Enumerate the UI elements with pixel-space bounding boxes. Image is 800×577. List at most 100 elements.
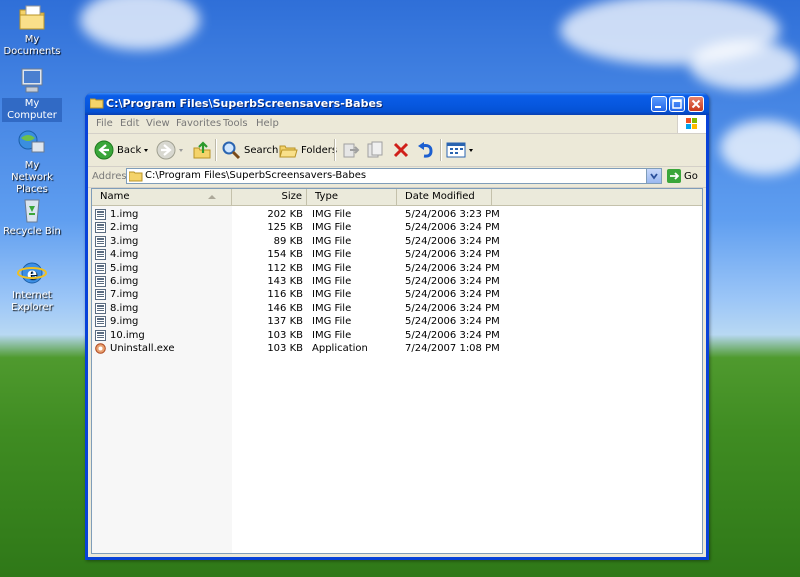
- file-type: IMG File: [312, 235, 352, 247]
- table-row[interactable]: 7.img 116 KB IMG File 5/24/2006 3:24 PM: [92, 288, 612, 301]
- maximize-button[interactable]: [669, 96, 685, 112]
- table-row[interactable]: 10.img 103 KB IMG File 5/24/2006 3:24 PM: [92, 329, 612, 342]
- desktop-icon-my-network-places[interactable]: My Network Places: [2, 128, 62, 196]
- column-header-size[interactable]: Size: [232, 189, 307, 205]
- menu-bar: File Edit View Favorites Tools Help: [88, 115, 706, 134]
- table-row[interactable]: Uninstall.exe 103 KB Application 7/24/2007 …: [92, 342, 612, 355]
- img-file-icon: [95, 209, 106, 220]
- back-arrow-icon: [94, 140, 114, 160]
- menu-tools[interactable]: Tools: [223, 118, 248, 129]
- address-value: C:\Program Files\SuperbScreensavers-Babe…: [145, 170, 367, 181]
- toolbar-separator: [440, 139, 442, 161]
- list-header: Name Size Type Date Modified: [92, 189, 702, 206]
- table-row[interactable]: 5.img 112 KB IMG File 5/24/2006 3:24 PM: [92, 262, 612, 275]
- file-type: IMG File: [312, 276, 352, 287]
- close-button[interactable]: [688, 96, 704, 112]
- desktop-icon-internet-explorer[interactable]: e Internet Explorer: [2, 258, 62, 314]
- file-date: 7/24/2007 1:08 PM: [405, 343, 500, 354]
- back-label: Back: [117, 144, 142, 156]
- file-size: 146 KB: [267, 302, 303, 314]
- go-label: Go: [684, 170, 698, 182]
- file-name: 5.img: [110, 262, 139, 274]
- file-type: IMG File: [312, 329, 352, 341]
- delete-icon: [393, 142, 409, 158]
- menu-help[interactable]: Help: [256, 118, 279, 129]
- address-dropdown-button[interactable]: [646, 169, 661, 183]
- file-date: 5/24/2006 3:24 PM: [405, 249, 500, 261]
- column-header-label: Date Modified: [405, 191, 475, 202]
- column-header-type[interactable]: Type: [307, 189, 397, 205]
- copy-to-button[interactable]: [365, 139, 385, 161]
- windows-logo-icon: [677, 115, 706, 133]
- search-button[interactable]: Search: [221, 139, 278, 161]
- desktop-icon-recycle-bin[interactable]: Recycle Bin: [2, 194, 62, 238]
- file-name: 10.img: [110, 329, 145, 341]
- chevron-down-icon: [650, 173, 658, 180]
- table-row[interactable]: 2.img 125 KB IMG File 5/24/2006 3:24 PM: [92, 221, 612, 234]
- table-row[interactable]: 4.img 154 KB IMG File 5/24/2006 3:24 PM: [92, 248, 612, 261]
- close-icon: [691, 99, 701, 109]
- file-type: IMG File: [312, 289, 352, 301]
- file-name: 1.img: [110, 209, 139, 220]
- window-title: C:\Program Files\SuperbScreensavers-Babe…: [106, 97, 383, 110]
- table-row[interactable]: 9.img 137 KB IMG File 5/24/2006 3:24 PM: [92, 315, 612, 328]
- file-size: 125 KB: [267, 222, 303, 234]
- address-input[interactable]: C:\Program Files\SuperbScreensavers-Babe…: [126, 168, 662, 184]
- cloud: [80, 0, 200, 50]
- up-folder-button[interactable]: [192, 139, 212, 161]
- desktop-icon-my-documents[interactable]: My Documents: [2, 2, 62, 58]
- table-row[interactable]: 8.img 146 KB IMG File 5/24/2006 3:24 PM: [92, 302, 612, 315]
- table-row[interactable]: 6.img 143 KB IMG File 5/24/2006 3:24 PM: [92, 275, 612, 288]
- file-type: IMG File: [312, 222, 352, 234]
- column-header-name[interactable]: Name: [92, 189, 232, 205]
- desktop-icon-my-computer[interactable]: My Computer: [2, 66, 62, 122]
- toolbar: Back Search Folders: [88, 134, 706, 167]
- back-button[interactable]: Back: [94, 139, 151, 161]
- menu-edit[interactable]: Edit: [120, 118, 139, 129]
- file-name: 4.img: [110, 249, 139, 261]
- toolbar-separator: [334, 139, 336, 161]
- file-size: 202 KB: [267, 209, 303, 220]
- desktop-icon-label: My Computer: [2, 98, 62, 122]
- table-row[interactable]: 3.img 89 KB IMG File 5/24/2006 3:24 PM: [92, 235, 612, 248]
- folder-icon: [89, 97, 104, 109]
- file-list[interactable]: Name Size Type Date Modified 1.img 202 KB…: [91, 188, 703, 554]
- title-bar[interactable]: C:\Program Files\SuperbScreensavers-Babe…: [85, 93, 709, 115]
- undo-button[interactable]: [416, 139, 436, 161]
- desktop-icon-label: My Network Places: [11, 160, 53, 195]
- forward-button[interactable]: [156, 139, 186, 161]
- chevron-down-icon[interactable]: [468, 140, 476, 160]
- file-name: 2.img: [110, 222, 139, 234]
- chevron-down-icon[interactable]: [141, 140, 151, 160]
- delete-button[interactable]: [391, 139, 411, 161]
- file-date: 5/24/2006 3:24 PM: [405, 316, 500, 328]
- menu-favorites[interactable]: Favorites: [176, 118, 221, 129]
- file-size: 103 KB: [267, 343, 303, 354]
- minimize-button[interactable]: [651, 96, 667, 112]
- folder-icon: [129, 171, 143, 182]
- cloud: [690, 40, 800, 90]
- maximize-icon: [672, 99, 682, 109]
- table-row[interactable]: 1.img 202 KB IMG File 5/24/2006 3:23 PM: [92, 208, 612, 221]
- chevron-down-icon[interactable]: [176, 140, 186, 160]
- internet-explorer-icon: e: [16, 258, 48, 288]
- menu-view[interactable]: View: [146, 118, 170, 129]
- file-date: 5/24/2006 3:23 PM: [405, 209, 500, 220]
- column-header-label: Type: [315, 191, 338, 202]
- recycle-bin-icon: [16, 194, 48, 224]
- move-to-button[interactable]: [341, 139, 361, 161]
- img-file-icon: [95, 222, 106, 234]
- go-arrow-icon: [667, 169, 681, 183]
- go-button[interactable]: Go: [667, 168, 698, 184]
- folders-button[interactable]: Folders: [278, 139, 337, 161]
- desktop-icon-label: Internet Explorer: [11, 290, 53, 313]
- file-type: IMG File: [312, 316, 352, 328]
- menu-file[interactable]: File: [96, 118, 113, 129]
- search-label: Search: [244, 144, 279, 156]
- minimize-icon: [655, 106, 661, 108]
- column-header-date[interactable]: Date Modified: [397, 189, 492, 205]
- views-button[interactable]: [446, 139, 476, 161]
- cloud: [720, 120, 800, 175]
- search-icon: [222, 141, 241, 160]
- file-type: Application: [312, 343, 368, 354]
